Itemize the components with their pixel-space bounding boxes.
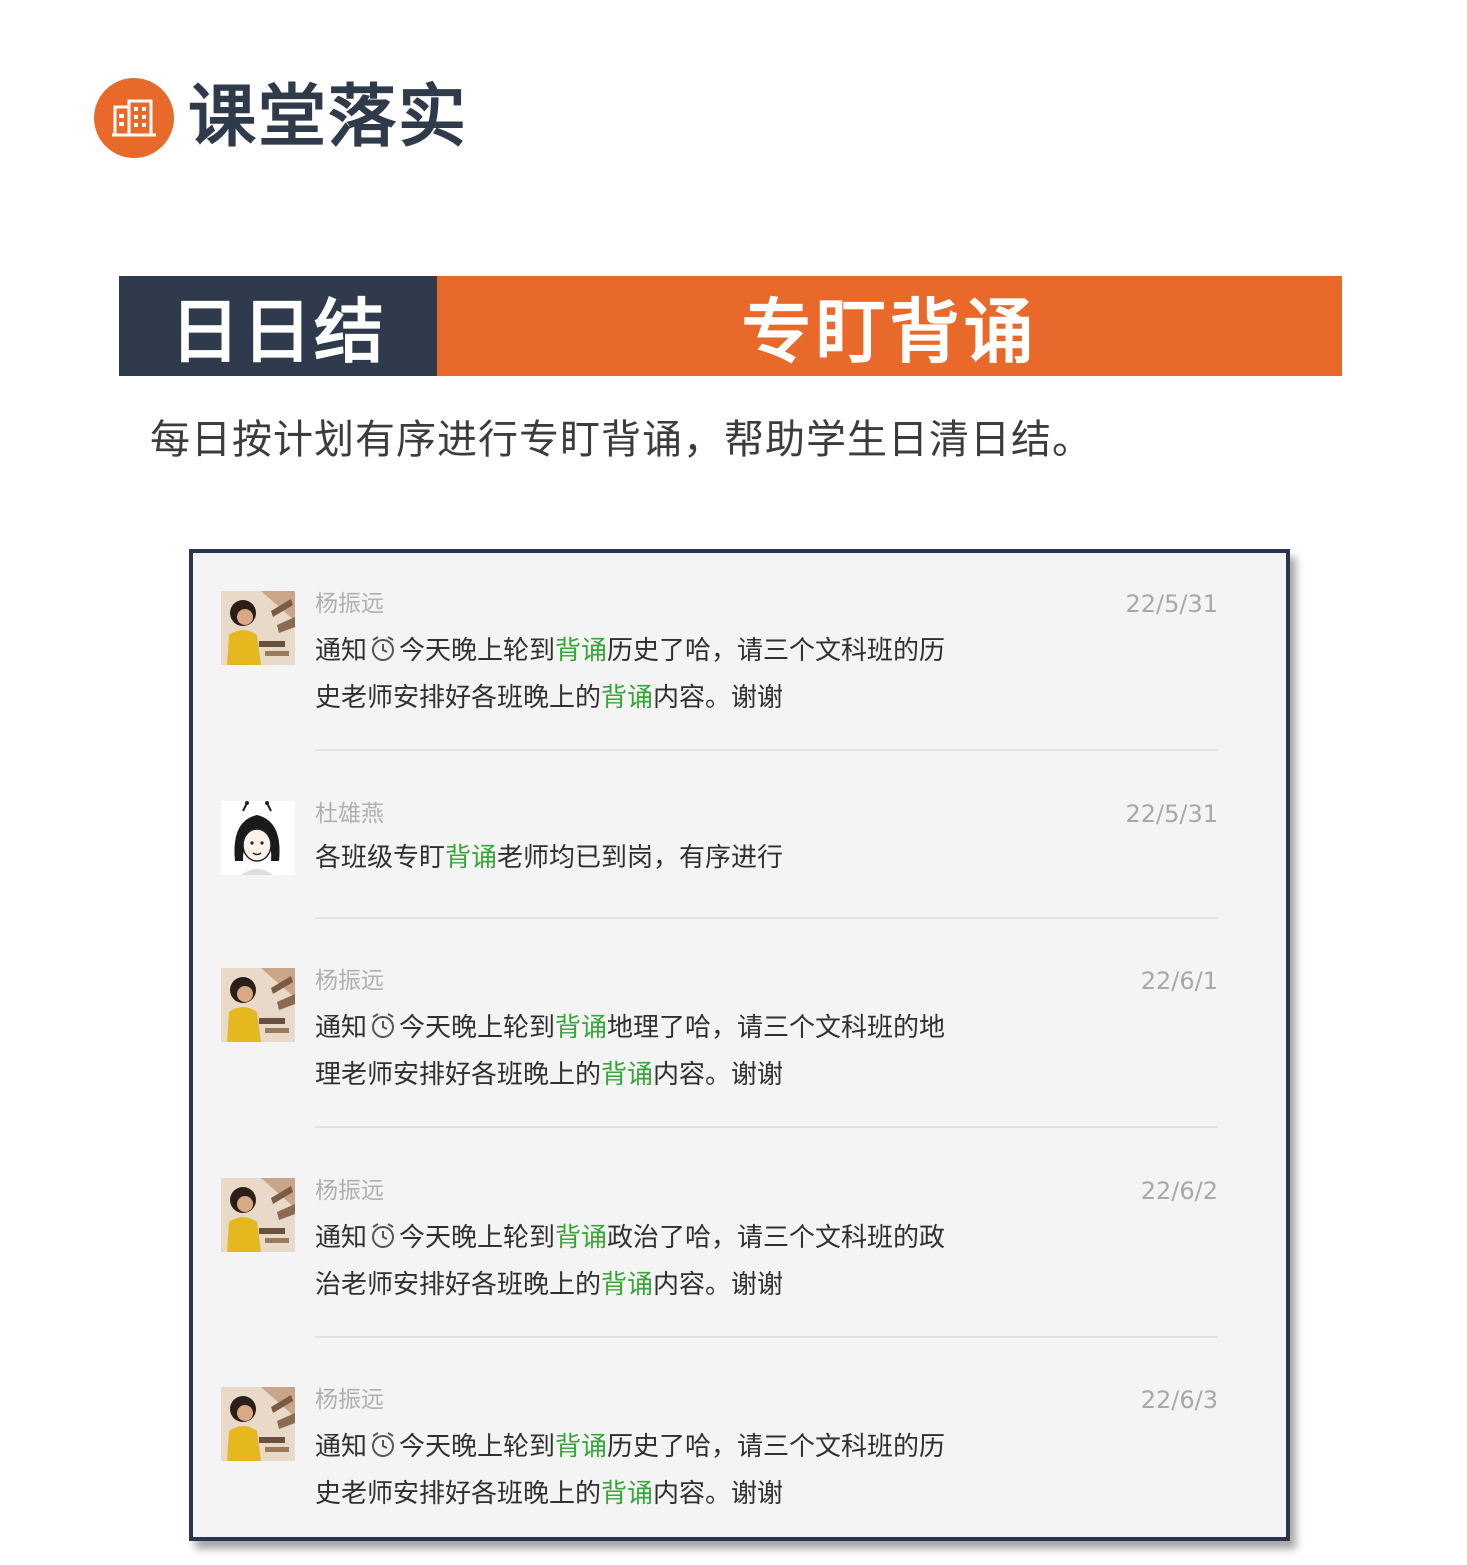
message-line: 通知 今天晚上轮到背诵地理了哈，请三个文科班的地	[315, 1007, 1055, 1054]
keyword-highlight: 背诵	[601, 1479, 654, 1509]
keyword-highlight: 背诵	[445, 843, 498, 873]
sender-name: 杨振远	[315, 968, 384, 994]
banner-left: 日日结	[119, 276, 437, 376]
sender-name: 杨振远	[315, 591, 384, 617]
message-line: 通知 今天晚上轮到背诵政治了哈，请三个文科班的政	[315, 1217, 1055, 1264]
sender-name: 杜雄燕	[315, 801, 384, 827]
divider	[315, 1336, 1218, 1338]
chat-screenshot: 杨振远 22/5/31 通知 今天晚上轮到背诵历史了哈，请三个文科班的历 史老师安…	[189, 549, 1290, 1541]
building-icon	[94, 78, 174, 158]
description: 每日按计划有序进行专盯背诵，帮助学生日清日结。	[150, 417, 1093, 463]
message-line: 史老师安排好各班晚上的背诵内容。谢谢	[315, 1479, 784, 1509]
banner-right: 专盯背诵	[437, 276, 1342, 376]
keyword-highlight: 背诵	[601, 1060, 654, 1090]
banner-left-label: 日日结	[170, 290, 386, 373]
photo-avatar	[221, 1178, 295, 1252]
cartoon-avatar	[221, 801, 295, 875]
keyword-highlight: 背诵	[601, 683, 654, 713]
section-title: 课堂落实	[188, 78, 469, 157]
alarm-clock-icon	[369, 1221, 397, 1264]
alarm-clock-icon	[369, 1011, 397, 1054]
message-line: 治老师安排好各班晚上的背诵内容。谢谢	[315, 1270, 784, 1300]
keyword-highlight: 背诵	[555, 1223, 608, 1253]
divider	[315, 749, 1218, 751]
message-date: 22/6/2	[1140, 1177, 1218, 1205]
message-line: 通知 今天晚上轮到背诵历史了哈，请三个文科班的历	[315, 1426, 1055, 1473]
keyword-highlight: 背诵	[555, 636, 608, 666]
message-text: 通知 今天晚上轮到背诵历史了哈，请三个文科班的历 史老师安排好各班晚上的背诵内容。…	[315, 630, 1055, 720]
alarm-clock-icon	[369, 1430, 397, 1473]
message-text: 通知 今天晚上轮到背诵政治了哈，请三个文科班的政 治老师安排好各班晚上的背诵内容。…	[315, 1217, 1055, 1307]
keyword-highlight: 背诵	[601, 1270, 654, 1300]
keyword-highlight: 背诵	[555, 1432, 608, 1462]
message-text: 通知 今天晚上轮到背诵地理了哈，请三个文科班的地 理老师安排好各班晚上的背诵内容。…	[315, 1007, 1055, 1097]
sender-name: 杨振远	[315, 1178, 384, 1204]
banner-right-label: 专盯背诵	[741, 290, 1038, 373]
message-line: 通知 今天晚上轮到背诵历史了哈，请三个文科班的历	[315, 630, 1055, 677]
message-line: 各班级专盯背诵老师均已到岗，有序进行	[315, 843, 784, 873]
message-date: 22/5/31	[1125, 800, 1218, 828]
message-text: 各班级专盯背诵老师均已到岗，有序进行	[315, 837, 1055, 880]
message-date: 22/5/31	[1125, 590, 1218, 618]
banner: 日日结 专盯背诵	[119, 276, 1342, 376]
message-date: 22/6/1	[1140, 967, 1218, 995]
divider	[315, 1126, 1218, 1128]
message-line: 史老师安排好各班晚上的背诵内容。谢谢	[315, 683, 784, 713]
section-header: 课堂落实	[94, 78, 468, 158]
divider	[315, 917, 1218, 919]
photo-avatar	[221, 591, 295, 665]
keyword-highlight: 背诵	[555, 1013, 608, 1043]
photo-avatar	[221, 968, 295, 1042]
message-date: 22/6/3	[1140, 1386, 1218, 1414]
alarm-clock-icon	[369, 634, 397, 677]
photo-avatar	[221, 1387, 295, 1461]
sender-name: 杨振远	[315, 1387, 384, 1413]
message-line: 理老师安排好各班晚上的背诵内容。谢谢	[315, 1060, 784, 1090]
message-text: 通知 今天晚上轮到背诵历史了哈，请三个文科班的历 史老师安排好各班晚上的背诵内容。…	[315, 1426, 1055, 1516]
